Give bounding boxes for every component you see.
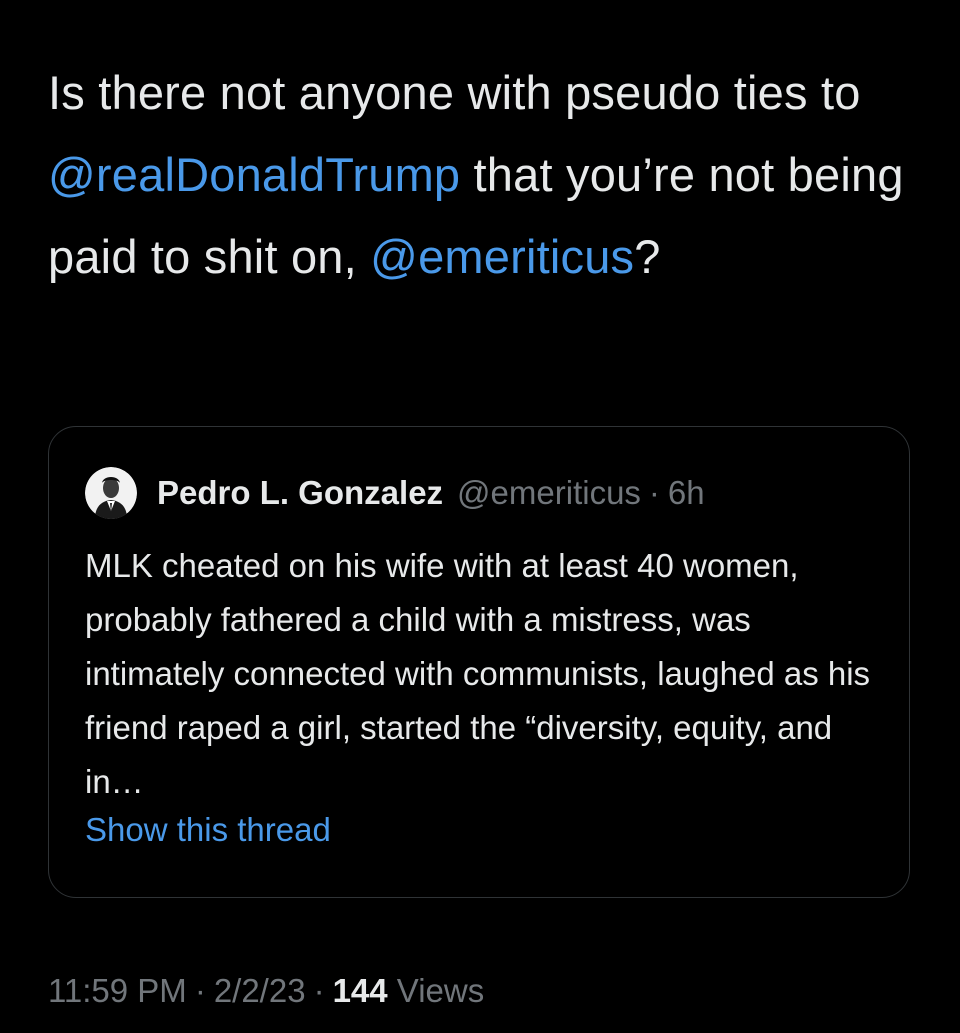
quote-body-text: MLK cheated on his wife with at least 40… xyxy=(85,547,871,800)
tweet-metadata: 11:59 PM · 2/2/23 · 144 Views xyxy=(48,972,484,1010)
avatar[interactable] xyxy=(85,467,137,519)
mention-link-realdonaldtrump[interactable]: @realDonaldTrump xyxy=(48,148,460,201)
show-thread-link[interactable]: Show this thread xyxy=(85,811,331,849)
tweet-time[interactable]: 11:59 PM xyxy=(48,972,187,1009)
quote-header: Pedro L. Gonzalez @emeriticus · 6h xyxy=(85,467,705,519)
tweet-date[interactable]: 2/2/23 xyxy=(214,972,306,1009)
quote-timestamp[interactable]: 6h xyxy=(668,474,705,512)
separator-dot: · xyxy=(313,972,325,1009)
quote-author-name[interactable]: Pedro L. Gonzalez xyxy=(157,474,443,512)
tweet-text-part: ? xyxy=(634,230,661,283)
separator-dot: · xyxy=(194,972,206,1009)
avatar-image xyxy=(85,467,137,519)
tweet-text: Is there not anyone with pseudo ties to … xyxy=(48,52,928,298)
mention-link-emeriticus[interactable]: @emeriticus xyxy=(370,230,634,283)
tweet-text-part: Is there not anyone with pseudo ties to xyxy=(48,66,861,119)
views-label: Views xyxy=(396,972,485,1009)
views-count: 144 xyxy=(332,972,388,1009)
separator-dot: · xyxy=(648,474,660,511)
quote-tweet-card[interactable]: Pedro L. Gonzalez @emeriticus · 6h MLK c… xyxy=(48,426,910,898)
quote-author-handle: @emeriticus xyxy=(457,474,641,511)
